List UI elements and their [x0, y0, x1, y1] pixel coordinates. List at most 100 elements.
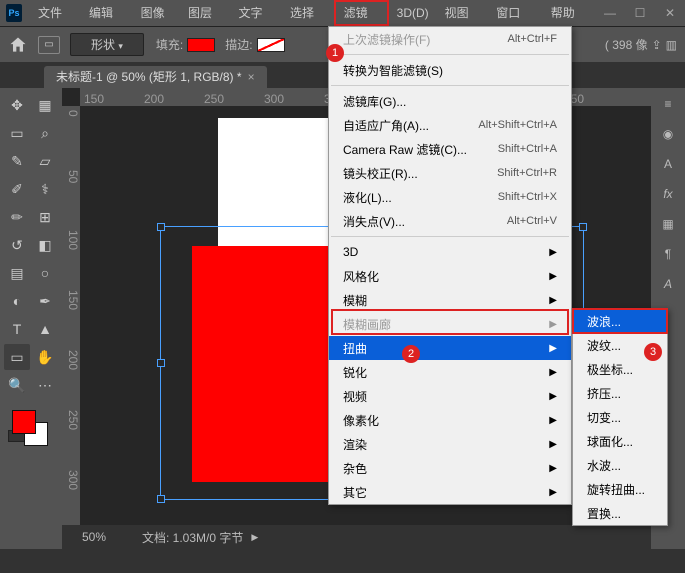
- fill-swatch[interactable]: [187, 38, 215, 52]
- menuitem-filter-gallery[interactable]: 滤镜库(G)...: [329, 89, 571, 113]
- shape-mode-select[interactable]: 形状 ▾: [70, 33, 144, 56]
- menu-window[interactable]: 窗口(W): [488, 0, 543, 26]
- menuitem-video[interactable]: 视频▶: [329, 384, 571, 408]
- stroke-swatch[interactable]: [257, 38, 285, 52]
- submenuitem-zigzag[interactable]: 水波...: [573, 453, 667, 477]
- annotation-badge-3: 3: [644, 343, 662, 361]
- app-logo-icon: Ps: [6, 4, 22, 22]
- menuitem-smart-filter[interactable]: 转换为智能滤镜(S): [329, 58, 571, 82]
- menuitem-lens-correction[interactable]: 镜头校正(R)...Shift+Ctrl+R: [329, 161, 571, 185]
- document-tab[interactable]: 未标题-1 @ 50% (矩形 1, RGB/8) *×: [44, 66, 267, 88]
- hand-tool[interactable]: ✋: [32, 344, 58, 370]
- menuitem-sharpen[interactable]: 锐化▶: [329, 360, 571, 384]
- type-tool[interactable]: T: [4, 316, 30, 342]
- crop-tool[interactable]: ▱: [32, 148, 58, 174]
- menu-help[interactable]: 帮助(H): [543, 0, 595, 26]
- close-button[interactable]: ✕: [655, 6, 685, 20]
- menuitem-stylize[interactable]: 风格化▶: [329, 264, 571, 288]
- swatches-icon[interactable]: ▦: [658, 214, 678, 234]
- annotation-badge-2: 2: [402, 345, 420, 363]
- home-icon[interactable]: [8, 35, 28, 55]
- menuitem-3d[interactable]: 3D▶: [329, 240, 571, 264]
- share-icon[interactable]: ⇪: [652, 38, 662, 52]
- maximize-button[interactable]: ☐: [625, 6, 655, 20]
- blur-tool[interactable]: ○: [32, 260, 58, 286]
- gradient-tool[interactable]: ▤: [4, 260, 30, 286]
- fill-label: 填充:: [156, 36, 183, 53]
- brush-tool[interactable]: ✏: [4, 204, 30, 230]
- quick-select-tool[interactable]: ✎: [4, 148, 30, 174]
- edit-toolbar[interactable]: ⋯: [32, 372, 58, 398]
- dodge-tool[interactable]: ◐: [4, 288, 30, 314]
- tool-preset-picker[interactable]: [38, 36, 60, 54]
- eraser-tool[interactable]: ◧: [32, 232, 58, 258]
- submenuitem-spherize[interactable]: 球面化...: [573, 429, 667, 453]
- doc-info-arrow-icon[interactable]: ▶: [251, 532, 258, 543]
- ruler-vertical: 050100150200250300: [62, 106, 80, 549]
- menu-edit[interactable]: 编辑(E): [81, 0, 133, 26]
- menuitem-last-filter[interactable]: 上次滤镜操作(F)Alt+Ctrl+F: [329, 27, 571, 51]
- color-swatches[interactable]: [4, 406, 58, 460]
- status-bar: 50% 文档: 1.03M/0 字节 ▶: [62, 525, 651, 549]
- menubar: Ps 文件(F) 编辑(E) 图像(I) 图层(L) 文字(Y) 选择(S) 滤…: [0, 0, 685, 26]
- options-right: ( 398 像 ⇪ ▥: [605, 36, 677, 53]
- zoom-tool[interactable]: 🔍: [4, 372, 30, 398]
- artboard-tool[interactable]: ▦: [32, 92, 58, 118]
- menu-view[interactable]: 视图(V): [437, 0, 489, 26]
- styles-icon[interactable]: fx: [658, 184, 678, 204]
- color-icon[interactable]: ◉: [658, 124, 678, 144]
- tools-panel: ✥ ▦ ▭ ⌕ ✎ ▱ ✐ ⚕ ✏ ⊞ ↺ ◧ ▤ ○ ◐ ✒ T ▲ ▭ ✋ …: [0, 88, 62, 549]
- path-select-tool[interactable]: ▲: [32, 316, 58, 342]
- transform-handle[interactable]: [157, 223, 165, 231]
- history-brush-tool[interactable]: ↺: [4, 232, 30, 258]
- menu-select[interactable]: 选择(S): [282, 0, 334, 26]
- menuitem-distort[interactable]: 扭曲▶: [329, 336, 571, 360]
- eyedropper-tool[interactable]: ✐: [4, 176, 30, 202]
- transform-handle[interactable]: [157, 359, 165, 367]
- character-icon[interactable]: A: [658, 154, 678, 174]
- rectangle-tool[interactable]: ▭: [4, 344, 30, 370]
- menu-image[interactable]: 图像(I): [133, 0, 180, 26]
- zoom-level[interactable]: 50%: [82, 530, 142, 544]
- minimize-button[interactable]: —: [595, 6, 625, 20]
- menuitem-blur[interactable]: 模糊▶: [329, 288, 571, 312]
- annotation-badge-1: 1: [326, 44, 344, 62]
- menu-filter[interactable]: 滤镜(T): [334, 0, 389, 26]
- menuitem-adaptive-wide[interactable]: 自适应广角(A)...Alt+Shift+Ctrl+A: [329, 113, 571, 137]
- submenuitem-displace[interactable]: 置换...: [573, 501, 667, 525]
- filter-menu: 上次滤镜操作(F)Alt+Ctrl+F 转换为智能滤镜(S) 滤镜库(G)...…: [328, 26, 572, 505]
- submenuitem-pinch[interactable]: 挤压...: [573, 381, 667, 405]
- transform-handle[interactable]: [579, 223, 587, 231]
- menuitem-pixelate[interactable]: 像素化▶: [329, 408, 571, 432]
- doc-info[interactable]: 文档: 1.03M/0 字节: [142, 529, 243, 546]
- menuitem-other[interactable]: 其它▶: [329, 480, 571, 504]
- submenuitem-wave[interactable]: 波浪...: [573, 309, 667, 333]
- submenuitem-shear[interactable]: 切变...: [573, 405, 667, 429]
- panel-icon[interactable]: ▥: [666, 38, 677, 52]
- menu-type[interactable]: 文字(Y): [230, 0, 282, 26]
- transform-handle[interactable]: [157, 495, 165, 503]
- menu-layer[interactable]: 图层(L): [180, 0, 230, 26]
- healing-tool[interactable]: ⚕: [32, 176, 58, 202]
- glyphs-icon[interactable]: A: [658, 274, 678, 294]
- distort-submenu: 波浪... 波纹... 极坐标... 挤压... 切变... 球面化... 水波…: [572, 308, 668, 526]
- move-tool[interactable]: ✥: [4, 92, 30, 118]
- stamp-tool[interactable]: ⊞: [32, 204, 58, 230]
- pen-tool[interactable]: ✒: [32, 288, 58, 314]
- menuitem-render[interactable]: 渲染▶: [329, 432, 571, 456]
- marquee-tool[interactable]: ▭: [4, 120, 30, 146]
- close-tab-icon[interactable]: ×: [248, 70, 255, 84]
- menu-file[interactable]: 文件(F): [30, 0, 81, 26]
- menuitem-noise[interactable]: 杂色▶: [329, 456, 571, 480]
- menu-3d[interactable]: 3D(D): [389, 0, 437, 26]
- menuitem-camera-raw[interactable]: Camera Raw 滤镜(C)...Shift+Ctrl+A: [329, 137, 571, 161]
- menuitem-liquify[interactable]: 液化(L)...Shift+Ctrl+X: [329, 185, 571, 209]
- properties-icon[interactable]: ≡: [658, 94, 678, 114]
- submenuitem-twirl[interactable]: 旋转扭曲...: [573, 477, 667, 501]
- fg-color[interactable]: [12, 410, 36, 434]
- lasso-tool[interactable]: ⌕: [32, 120, 58, 146]
- menuitem-blur-gallery[interactable]: 模糊画廊▶: [329, 312, 571, 336]
- menuitem-vanishing-point[interactable]: 消失点(V)...Alt+Ctrl+V: [329, 209, 571, 233]
- stroke-label: 描边:: [225, 36, 252, 53]
- paragraph-icon[interactable]: ¶: [658, 244, 678, 264]
